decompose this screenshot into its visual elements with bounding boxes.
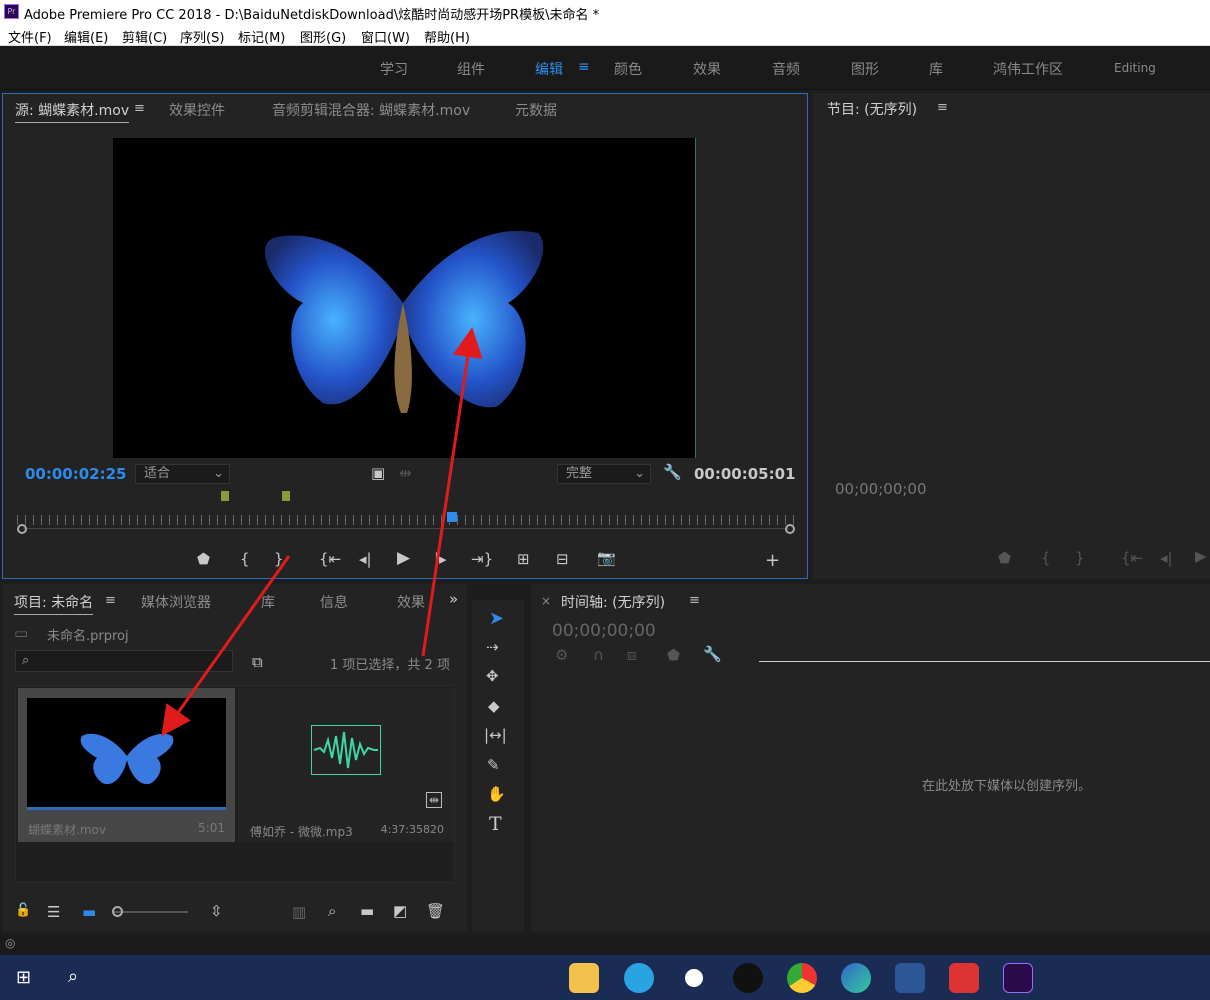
qq-icon[interactable] [733, 963, 763, 993]
premiere-taskbar-icon[interactable] [1003, 963, 1033, 993]
annotation-arrows [161, 327, 483, 737]
edge-icon[interactable] [841, 963, 871, 993]
ie-browser-icon[interactable] [624, 963, 654, 993]
windows-start-icon[interactable]: ⊞ [16, 967, 31, 988]
search-icon[interactable]: ⌕ [68, 966, 78, 987]
windows-taskbar: ⊞ ⌕ [0, 955, 1210, 1000]
arrow-to-thumbnail [161, 555, 291, 737]
file-explorer-icon[interactable] [569, 963, 599, 993]
search-app-icon[interactable] [679, 963, 709, 993]
arrow-to-butterfly [421, 327, 483, 657]
chrome-icon[interactable] [787, 963, 817, 993]
word-icon[interactable] [895, 963, 925, 993]
wps-icon[interactable] [949, 963, 979, 993]
